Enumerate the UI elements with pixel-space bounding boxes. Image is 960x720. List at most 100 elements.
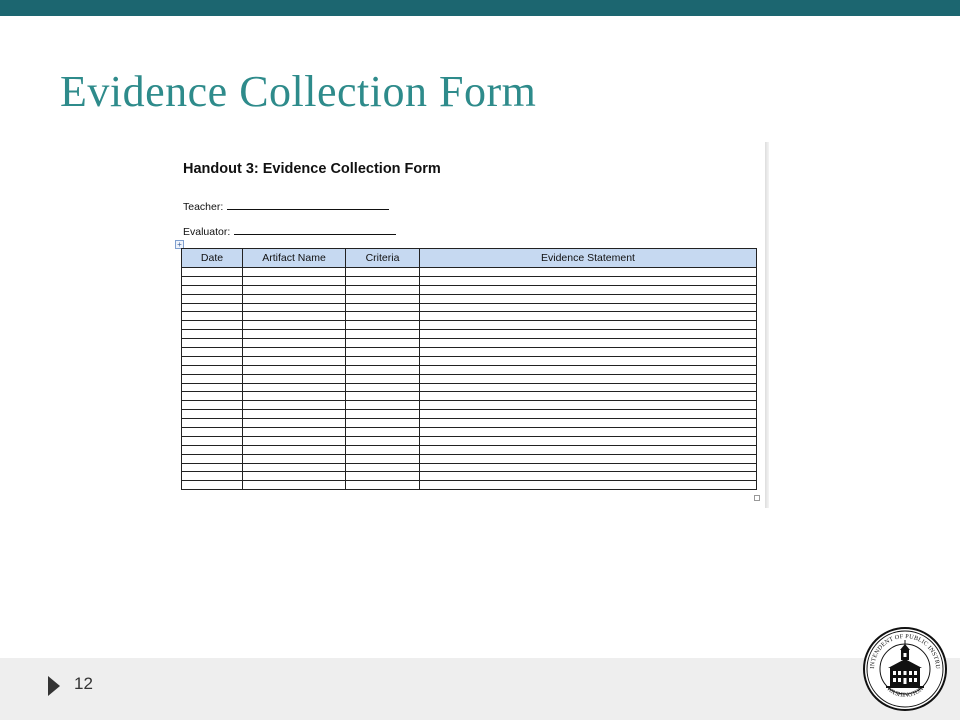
table-cell xyxy=(181,436,243,446)
table-cell xyxy=(345,294,420,304)
table-cell xyxy=(242,374,346,384)
table-row xyxy=(181,365,757,375)
triangle-bullet-icon xyxy=(48,676,60,696)
table-row xyxy=(181,276,757,286)
table-row xyxy=(181,436,757,446)
table-cell xyxy=(419,391,757,402)
top-accent-bar xyxy=(0,0,960,16)
table-cell xyxy=(419,311,757,322)
table-cell xyxy=(242,418,346,429)
handout-title: Handout 3: Evidence Collection Form xyxy=(183,161,441,177)
table-row xyxy=(181,480,757,491)
table-row xyxy=(181,409,757,420)
table-cell xyxy=(242,338,346,349)
table-cell xyxy=(181,356,243,366)
handout-image: Handout 3: Evidence Collection Form Teac… xyxy=(175,142,765,508)
table-cell xyxy=(345,320,420,331)
table-row xyxy=(181,445,757,455)
table-cell xyxy=(345,365,420,375)
table-row xyxy=(181,454,757,464)
teacher-blank-line xyxy=(227,200,390,210)
table-row xyxy=(181,320,757,331)
table-cell xyxy=(242,267,346,277)
table-cell xyxy=(181,276,243,286)
table-cell xyxy=(419,294,757,304)
table-cell xyxy=(419,347,757,357)
table-row xyxy=(181,311,757,322)
table-cell xyxy=(419,338,757,349)
table-cell xyxy=(181,303,243,313)
table-cell xyxy=(181,471,243,482)
column-header-evidence-statement: Evidence Statement xyxy=(419,248,757,268)
table-cell xyxy=(345,391,420,402)
table-row xyxy=(181,463,757,473)
table-cell xyxy=(181,320,243,331)
table-cell xyxy=(419,303,757,313)
ospi-seal-icon: SUPERINTENDENT OF PUBLIC INSTRUCTION WAS… xyxy=(862,626,947,711)
table-cell xyxy=(345,347,420,357)
table-row xyxy=(181,285,757,295)
table-cell xyxy=(419,400,757,411)
footer-bar xyxy=(0,658,960,720)
table-cell xyxy=(345,311,420,322)
table-cell xyxy=(181,463,243,473)
table-cell xyxy=(181,267,243,277)
table-cell xyxy=(181,347,243,357)
table-cell xyxy=(242,311,346,322)
table-row xyxy=(181,338,757,349)
table-cell xyxy=(419,329,757,340)
table-row xyxy=(181,400,757,411)
table-cell xyxy=(345,471,420,482)
table-cell xyxy=(419,356,757,366)
table-cell xyxy=(242,276,346,286)
table-cell xyxy=(181,329,243,340)
table-row xyxy=(181,374,757,384)
table-cell xyxy=(345,409,420,420)
table-cell xyxy=(181,374,243,384)
table-cell xyxy=(345,400,420,411)
table-cell xyxy=(181,409,243,420)
table-cell xyxy=(181,427,243,437)
table-row xyxy=(181,329,757,340)
table-cell xyxy=(181,418,243,429)
slide-number: 12 xyxy=(74,674,93,693)
table-cell xyxy=(242,391,346,402)
table-cell xyxy=(242,400,346,411)
table-cell xyxy=(242,471,346,482)
table-cell xyxy=(345,338,420,349)
table-cell xyxy=(419,445,757,455)
table-cell xyxy=(345,436,420,446)
table-row xyxy=(181,383,757,393)
table-row xyxy=(181,267,757,277)
table-cell xyxy=(242,445,346,455)
table-cell xyxy=(181,445,243,455)
table-cell xyxy=(419,365,757,375)
table-cell xyxy=(181,365,243,375)
table-cell xyxy=(242,303,346,313)
table-cell xyxy=(419,454,757,464)
table-cell xyxy=(181,383,243,393)
table-cell xyxy=(242,365,346,375)
table-cell xyxy=(419,427,757,437)
table-cell xyxy=(345,276,420,286)
table-cell xyxy=(419,276,757,286)
table-cell xyxy=(181,454,243,464)
table-cell xyxy=(242,285,346,295)
table-cell xyxy=(419,383,757,393)
table-cell xyxy=(345,454,420,464)
table-cell xyxy=(419,409,757,420)
table-cell xyxy=(181,285,243,295)
column-header-criteria: Criteria xyxy=(345,248,420,268)
table-cell xyxy=(242,427,346,437)
table-cell xyxy=(345,463,420,473)
table-cell xyxy=(181,311,243,322)
table-row xyxy=(181,418,757,429)
table-cell xyxy=(419,436,757,446)
teacher-field: Teacher: xyxy=(183,200,390,213)
table-cell xyxy=(419,285,757,295)
table-cell xyxy=(345,267,420,277)
table-cell xyxy=(345,356,420,366)
table-cell xyxy=(242,329,346,340)
table-cell xyxy=(345,285,420,295)
table-cell xyxy=(419,374,757,384)
